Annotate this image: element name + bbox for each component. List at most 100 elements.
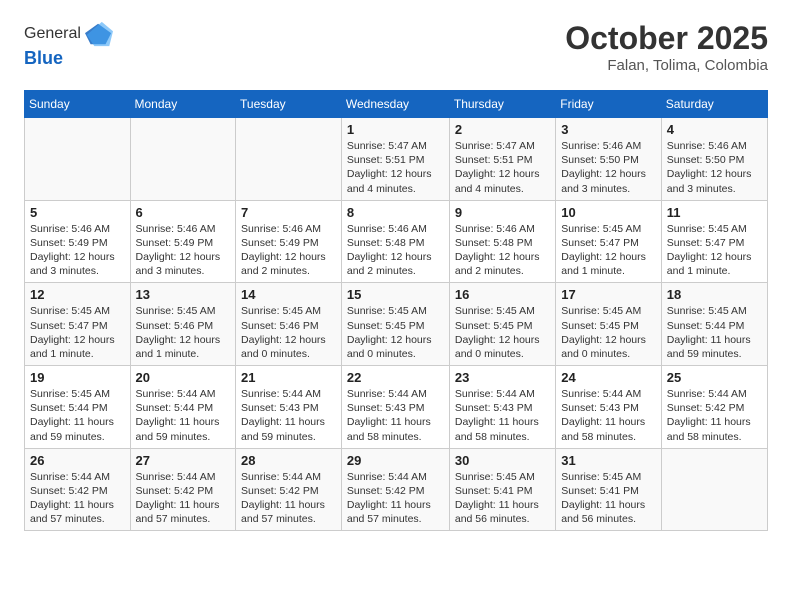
day-info: Sunrise: 5:45 AM Sunset: 5:45 PM Dayligh…	[561, 304, 656, 361]
day-info: Sunrise: 5:45 AM Sunset: 5:46 PM Dayligh…	[136, 304, 231, 361]
day-info: Sunrise: 5:45 AM Sunset: 5:47 PM Dayligh…	[30, 304, 125, 361]
day-info: Sunrise: 5:45 AM Sunset: 5:41 PM Dayligh…	[455, 470, 550, 527]
weekday-header-saturday: Saturday	[661, 91, 767, 118]
calendar-cell: 15Sunrise: 5:45 AM Sunset: 5:45 PM Dayli…	[341, 283, 449, 366]
day-info: Sunrise: 5:44 AM Sunset: 5:42 PM Dayligh…	[136, 470, 231, 527]
calendar-cell: 24 Sunrise: 5:44 AM Sunset: 5:43 PM Dayli…	[556, 366, 662, 449]
day-number: 23	[455, 370, 550, 385]
day-number: 1	[347, 122, 444, 137]
calendar-cell: 2 Sunrise: 5:47 AM Sunset: 5:51 PM Daylig…	[449, 118, 555, 201]
day-number: 24	[561, 370, 656, 385]
calendar-week-row: 26 Sunrise: 5:44 AM Sunset: 5:42 PM Dayli…	[25, 448, 768, 531]
logo: General Blue	[24, 20, 113, 69]
day-info: Sunrise: 5:44 AM Sunset: 5:44 PM Dayligh…	[136, 387, 231, 444]
day-number: 3	[561, 122, 656, 137]
day-info: Sunrise: 5:45 AM Sunset: 5:41 PM Dayligh…	[561, 470, 656, 527]
calendar-cell: 17 Sunrise: 5:45 AM Sunset: 5:45 PM Dayli…	[556, 283, 662, 366]
day-number: 27	[136, 453, 231, 468]
day-info: Sunrise: 5:44 AM Sunset: 5:43 PM Dayligh…	[561, 387, 656, 444]
day-number: 4	[667, 122, 762, 137]
weekday-header-tuesday: Tuesday	[236, 91, 342, 118]
calendar-cell: 25Sunrise: 5:44 AM Sunset: 5:42 PM Dayli…	[661, 366, 767, 449]
day-number: 15	[347, 287, 444, 302]
day-number: 2	[455, 122, 550, 137]
calendar-cell: 14 Sunrise: 5:45 AM Sunset: 5:46 PM Dayli…	[236, 283, 342, 366]
calendar-cell: 9Sunrise: 5:46 AM Sunset: 5:48 PM Daylig…	[449, 200, 555, 283]
day-info: Sunrise: 5:46 AM Sunset: 5:49 PM Dayligh…	[30, 222, 125, 279]
calendar-title: October 2025	[565, 20, 768, 57]
day-number: 20	[136, 370, 231, 385]
day-info: Sunrise: 5:45 AM Sunset: 5:47 PM Dayligh…	[561, 222, 656, 279]
calendar-table: SundayMondayTuesdayWednesdayThursdayFrid…	[24, 90, 768, 531]
calendar-cell: 6 Sunrise: 5:46 AM Sunset: 5:49 PM Daylig…	[130, 200, 236, 283]
day-info: Sunrise: 5:44 AM Sunset: 5:43 PM Dayligh…	[347, 387, 444, 444]
day-number: 13	[136, 287, 231, 302]
day-number: 6	[136, 205, 231, 220]
day-info: Sunrise: 5:44 AM Sunset: 5:43 PM Dayligh…	[455, 387, 550, 444]
day-number: 25	[667, 370, 762, 385]
calendar-week-row: 5Sunrise: 5:46 AM Sunset: 5:49 PM Daylig…	[25, 200, 768, 283]
day-info: Sunrise: 5:44 AM Sunset: 5:42 PM Dayligh…	[30, 470, 125, 527]
day-number: 8	[347, 205, 444, 220]
title-block: October 2025 Falan, Tolima, Colombia	[565, 20, 768, 74]
calendar-cell	[661, 448, 767, 531]
day-info: Sunrise: 5:46 AM Sunset: 5:48 PM Dayligh…	[347, 222, 444, 279]
day-info: Sunrise: 5:47 AM Sunset: 5:51 PM Dayligh…	[347, 139, 444, 196]
day-info: Sunrise: 5:44 AM Sunset: 5:42 PM Dayligh…	[241, 470, 336, 527]
day-info: Sunrise: 5:44 AM Sunset: 5:43 PM Dayligh…	[241, 387, 336, 444]
day-number: 16	[455, 287, 550, 302]
day-number: 28	[241, 453, 336, 468]
calendar-cell: 21 Sunrise: 5:44 AM Sunset: 5:43 PM Dayli…	[236, 366, 342, 449]
day-number: 21	[241, 370, 336, 385]
calendar-cell	[130, 118, 236, 201]
day-info: Sunrise: 5:45 AM Sunset: 5:45 PM Dayligh…	[455, 304, 550, 361]
day-number: 18	[667, 287, 762, 302]
weekday-header-monday: Monday	[130, 91, 236, 118]
day-info: Sunrise: 5:46 AM Sunset: 5:50 PM Dayligh…	[561, 139, 656, 196]
day-number: 11	[667, 205, 762, 220]
calendar-week-row: 12 Sunrise: 5:45 AM Sunset: 5:47 PM Dayli…	[25, 283, 768, 366]
day-info: Sunrise: 5:46 AM Sunset: 5:49 PM Dayligh…	[136, 222, 231, 279]
calendar-cell: 22 Sunrise: 5:44 AM Sunset: 5:43 PM Dayli…	[341, 366, 449, 449]
day-info: Sunrise: 5:45 AM Sunset: 5:46 PM Dayligh…	[241, 304, 336, 361]
day-info: Sunrise: 5:47 AM Sunset: 5:51 PM Dayligh…	[455, 139, 550, 196]
calendar-cell: 11Sunrise: 5:45 AM Sunset: 5:47 PM Dayli…	[661, 200, 767, 283]
day-number: 29	[347, 453, 444, 468]
day-number: 12	[30, 287, 125, 302]
calendar-week-row: 1 Sunrise: 5:47 AM Sunset: 5:51 PM Daylig…	[25, 118, 768, 201]
calendar-cell: 18 Sunrise: 5:45 AM Sunset: 5:44 PM Dayli…	[661, 283, 767, 366]
calendar-week-row: 19 Sunrise: 5:45 AM Sunset: 5:44 PM Dayli…	[25, 366, 768, 449]
calendar-cell: 23 Sunrise: 5:44 AM Sunset: 5:43 PM Dayli…	[449, 366, 555, 449]
day-number: 31	[561, 453, 656, 468]
calendar-cell	[25, 118, 131, 201]
day-number: 26	[30, 453, 125, 468]
calendar-page: General Blue October 2025 Falan, Tolima,…	[0, 0, 792, 551]
day-number: 19	[30, 370, 125, 385]
day-number: 14	[241, 287, 336, 302]
day-number: 7	[241, 205, 336, 220]
calendar-cell: 3 Sunrise: 5:46 AM Sunset: 5:50 PM Daylig…	[556, 118, 662, 201]
header: General Blue October 2025 Falan, Tolima,…	[24, 20, 768, 74]
calendar-cell: 1 Sunrise: 5:47 AM Sunset: 5:51 PM Daylig…	[341, 118, 449, 201]
calendar-cell: 28 Sunrise: 5:44 AM Sunset: 5:42 PM Dayli…	[236, 448, 342, 531]
day-number: 17	[561, 287, 656, 302]
day-number: 10	[561, 205, 656, 220]
weekday-header-friday: Friday	[556, 91, 662, 118]
calendar-cell: 20 Sunrise: 5:44 AM Sunset: 5:44 PM Dayli…	[130, 366, 236, 449]
day-info: Sunrise: 5:44 AM Sunset: 5:42 PM Dayligh…	[347, 470, 444, 527]
calendar-cell: 12 Sunrise: 5:45 AM Sunset: 5:47 PM Dayli…	[25, 283, 131, 366]
day-number: 22	[347, 370, 444, 385]
calendar-cell: 13 Sunrise: 5:45 AM Sunset: 5:46 PM Dayli…	[130, 283, 236, 366]
day-info: Sunrise: 5:46 AM Sunset: 5:50 PM Dayligh…	[667, 139, 762, 196]
day-info: Sunrise: 5:45 AM Sunset: 5:44 PM Dayligh…	[667, 304, 762, 361]
calendar-cell: 4 Sunrise: 5:46 AM Sunset: 5:50 PM Daylig…	[661, 118, 767, 201]
day-info: Sunrise: 5:46 AM Sunset: 5:48 PM Dayligh…	[455, 222, 550, 279]
weekday-header-thursday: Thursday	[449, 91, 555, 118]
day-info: Sunrise: 5:45 AM Sunset: 5:44 PM Dayligh…	[30, 387, 125, 444]
calendar-cell: 7 Sunrise: 5:46 AM Sunset: 5:49 PM Daylig…	[236, 200, 342, 283]
weekday-header-wednesday: Wednesday	[341, 91, 449, 118]
calendar-cell: 29 Sunrise: 5:44 AM Sunset: 5:42 PM Dayli…	[341, 448, 449, 531]
calendar-cell: 31 Sunrise: 5:45 AM Sunset: 5:41 PM Dayli…	[556, 448, 662, 531]
day-info: Sunrise: 5:46 AM Sunset: 5:49 PM Dayligh…	[241, 222, 336, 279]
calendar-subtitle: Falan, Tolima, Colombia	[565, 57, 768, 74]
